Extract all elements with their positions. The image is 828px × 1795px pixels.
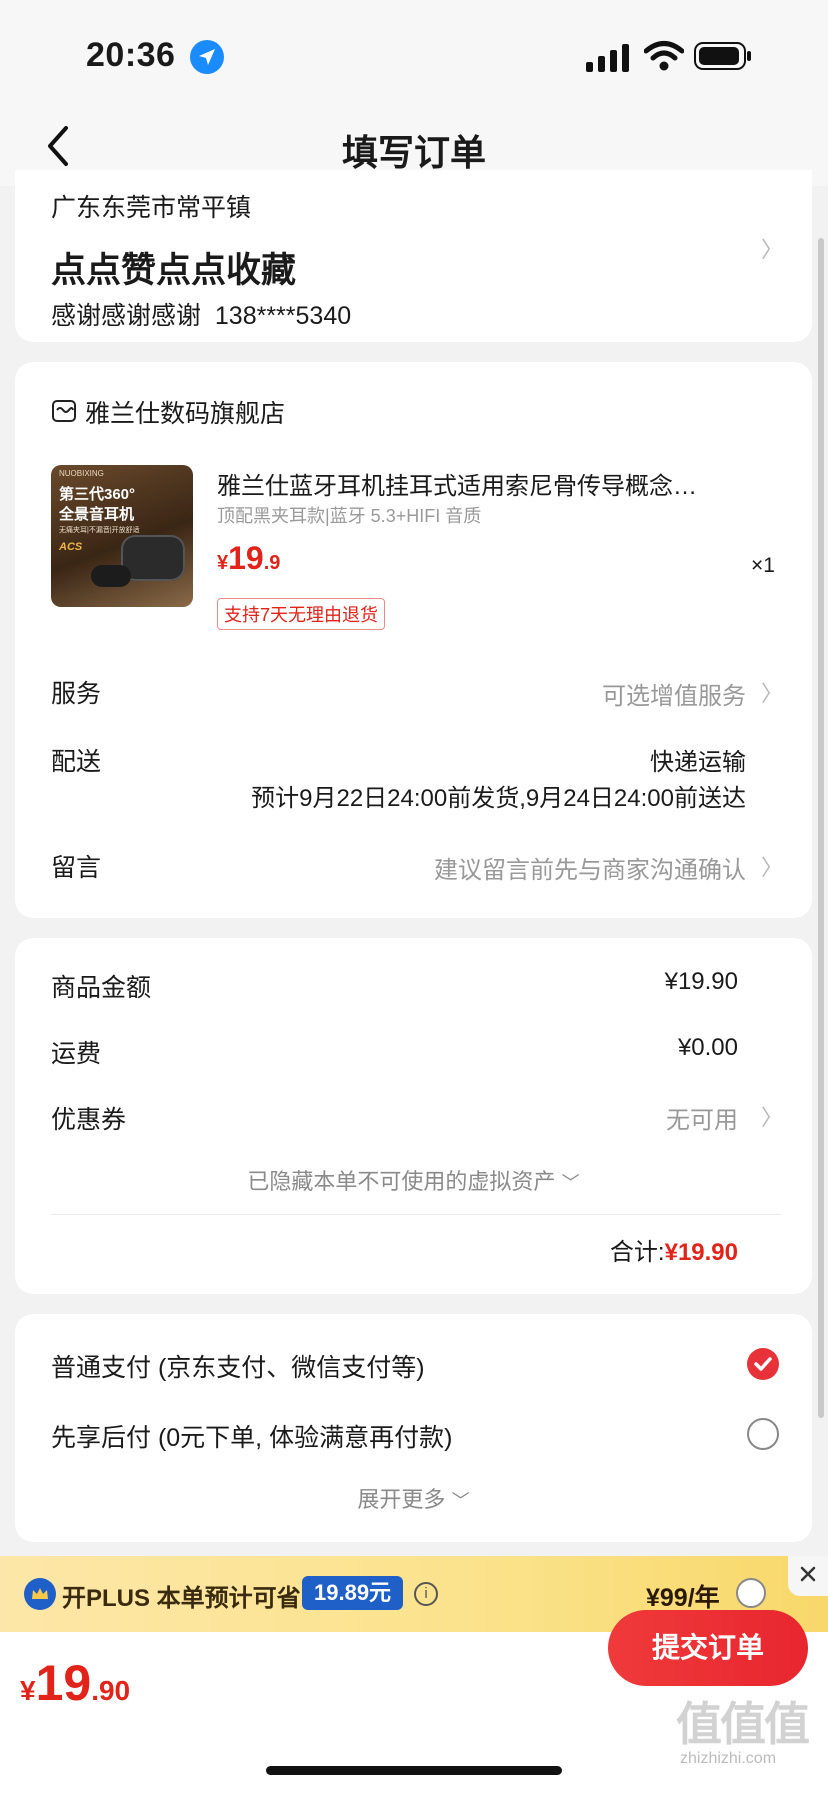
product-spec[interactable]: 顶配黑夹耳款|蓝牙 5.3+HIFI 音质 <box>217 502 481 528</box>
address-contact: 感谢感谢感谢 138****5340 <box>51 302 352 330</box>
note-label: 留言 <box>51 854 102 882</box>
store-card: 雅兰仕数码旗舰店 NUOBIXING 第三代360° 全景音耳机 无痛夹耳|不漏… <box>15 362 812 918</box>
product-image-logo: ACS <box>59 541 83 553</box>
product-title[interactable]: 雅兰仕蓝牙耳机挂耳式适用索尼骨传导概念… <box>217 466 777 501</box>
home-indicator[interactable] <box>266 1766 562 1775</box>
page-title: 填写订单 <box>341 132 486 173</box>
delivery-eta: 预计9月22日24:00前发货,9月24日24:00前送达 <box>251 785 746 812</box>
hidden-assets-toggle[interactable]: 已隐藏本单不可使用的虚拟资产 ﹀ <box>15 1164 812 1196</box>
plus-price: ¥99/年 <box>646 1584 720 1612</box>
top-bar: 20:36 填写订单 <box>0 0 828 186</box>
plus-unchecked-circle-icon[interactable] <box>736 1578 766 1608</box>
wifi-icon <box>644 41 684 71</box>
bottom-total-integer: 19 <box>35 1655 92 1711</box>
signal-icon <box>586 44 629 72</box>
payment-option-normal[interactable]: 普通支付 (京东支付、微信支付等) <box>51 1348 425 1384</box>
shipping-value: ¥0.00 <box>677 1034 738 1061</box>
watermark-domain: zhizhizhi.com <box>680 1750 777 1767</box>
payment-card: 普通支付 (京东支付、微信支付等) 先享后付 (0元下单, 体验满意再付款) 展… <box>15 1314 812 1542</box>
return-policy-tag: 支持7天无理由退货 <box>217 598 386 630</box>
goods-amount-label: 商品金额 <box>51 974 152 1002</box>
status-time: 20:36 <box>86 36 176 74</box>
service-value[interactable]: 可选增值服务 <box>602 676 746 711</box>
plus-saving-badge: 19.89元 <box>302 1576 404 1610</box>
coupon-label: 优惠券 <box>51 1106 127 1134</box>
checked-icon[interactable] <box>747 1348 779 1380</box>
total-row: 合计:¥19.90 <box>610 1232 738 1267</box>
total-value: ¥19.90 <box>664 1239 738 1266</box>
store-icon <box>52 400 76 422</box>
address-card[interactable]: 广东东莞市常平镇 点点赞点点收藏 感谢感谢感谢 138****5340 〉 <box>15 170 812 342</box>
shipping-label: 运费 <box>51 1040 102 1068</box>
scrollbar[interactable] <box>818 238 824 1418</box>
product-image-brand: NUOBIXING <box>59 469 104 478</box>
product-image-line1: 第三代360° <box>59 486 136 503</box>
battery-icon <box>694 42 751 70</box>
store-name[interactable]: 雅兰仕数码旗舰店 <box>85 394 285 430</box>
location-icon <box>190 40 224 74</box>
coupon-value[interactable]: 无可用 <box>666 1100 738 1135</box>
service-label: 服务 <box>51 680 102 708</box>
expand-more-toggle[interactable]: 展开更多 ﹀ <box>15 1482 812 1514</box>
submit-order-button[interactable]: 提交订单 <box>608 1610 808 1686</box>
goods-amount-value: ¥19.90 <box>664 968 738 995</box>
product-price: ¥19.9 <box>217 540 280 577</box>
note-input[interactable]: 建议留言前先与商家沟通确认 <box>434 850 746 885</box>
hidden-assets-text: 已隐藏本单不可使用的虚拟资产 <box>247 1169 556 1194</box>
total-label: 合计: <box>609 1239 665 1266</box>
chevron-right-icon: 〉 <box>761 681 784 706</box>
product-image[interactable]: NUOBIXING 第三代360° 全景音耳机 无痛夹耳|不漏音|开放舒适 AC… <box>51 465 193 607</box>
payment-option-later[interactable]: 先享后付 (0元下单, 体验满意再付款) <box>51 1418 452 1454</box>
product-image-line2: 全景音耳机 <box>59 506 135 523</box>
chevron-down-icon: ﹀ <box>451 1491 470 1511</box>
bottom-total-decimal: .90 <box>91 1675 131 1706</box>
unchecked-circle-icon[interactable] <box>747 1418 779 1450</box>
divider <box>51 1214 781 1215</box>
bottom-total: ¥19.90 <box>20 1654 130 1712</box>
delivery-method[interactable]: 快递运输 <box>650 742 746 777</box>
product-quantity: ×1 <box>751 554 775 577</box>
summary-card: 商品金额 ¥19.90 运费 ¥0.00 优惠券 无可用 〉 已隐藏本单不可使用… <box>15 938 812 1294</box>
address-region: 广东东莞市常平镇 <box>51 194 252 222</box>
chevron-right-icon: 〉 <box>761 237 784 262</box>
address-detail: 点点赞点点收藏 <box>51 251 297 290</box>
product-image-line3: 无痛夹耳|不漏音|开放舒适 <box>59 527 140 534</box>
chevron-right-icon: 〉 <box>761 1105 784 1130</box>
chevron-right-icon: 〉 <box>761 855 784 880</box>
crown-icon <box>24 1578 56 1610</box>
price-decimal: .9 <box>263 552 281 574</box>
close-icon[interactable] <box>788 1556 828 1596</box>
price-integer: 19 <box>228 540 264 576</box>
earbud-graphic <box>91 565 131 587</box>
plus-promo-text: 开PLUS 本单预计可省 <box>62 1585 301 1612</box>
chevron-down-icon: ﹀ <box>561 1173 580 1193</box>
expand-more-text: 展开更多 <box>357 1487 446 1512</box>
price-symbol: ¥ <box>217 552 229 574</box>
watermark-brand: 值值值 <box>676 1698 810 1750</box>
bottom-total-symbol: ¥ <box>20 1675 36 1706</box>
info-icon[interactable]: i <box>414 1582 438 1606</box>
delivery-label: 配送 <box>51 748 102 776</box>
